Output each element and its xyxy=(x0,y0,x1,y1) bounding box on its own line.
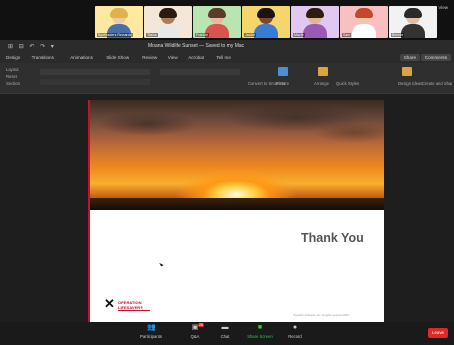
participant-video-tile[interactable]: Jackie xyxy=(242,6,290,38)
logo-underline xyxy=(118,310,150,311)
picture-icon[interactable] xyxy=(278,67,288,76)
ribbon-tab[interactable]: Animations xyxy=(70,55,93,60)
share-screen-icon: ■ xyxy=(257,324,263,331)
share-screen-label: Share Screen xyxy=(247,334,273,339)
qa-label: Q&A xyxy=(190,334,200,339)
arrange-icon[interactable] xyxy=(318,67,328,76)
participants-label: Participants xyxy=(140,334,162,339)
operation-lifesaver-logo[interactable]: ✕ OPERATION LIFESAVER® xyxy=(104,296,164,318)
participant-avatar-hair xyxy=(208,8,226,18)
crossbuck-icon: ✕ xyxy=(104,296,115,311)
view-button[interactable]: View xyxy=(438,5,448,10)
participant-avatar-body xyxy=(156,24,180,38)
arrange-button[interactable]: Arrange xyxy=(314,81,329,86)
participant-video-tile[interactable]: Bytetraders Rewards xyxy=(95,6,143,38)
ribbon-tab[interactable]: View xyxy=(168,55,178,60)
ribbon-tab[interactable]: Transitions xyxy=(32,55,54,60)
participant-avatar-hair xyxy=(355,8,373,18)
participant-avatar-body xyxy=(401,24,425,38)
meeting-controls: 👥 Participants ▣ 26 Q&A ▬ Chat ■ Share S… xyxy=(0,322,454,345)
participant-avatar-hair xyxy=(404,8,422,18)
video-gallery: Bytetraders Rewards Tasha Frankie Jackie Mac… xyxy=(0,0,454,40)
record-icon: ● xyxy=(292,324,298,331)
record-label: Record xyxy=(288,334,302,339)
participant-name: Tasha xyxy=(146,33,158,37)
qa-button[interactable]: ▣ 26 Q&A xyxy=(180,323,210,339)
slide-footnote: Operation Lifesaver, Inc. all rights res… xyxy=(293,314,349,317)
participant-name: Sam xyxy=(342,33,352,37)
qa-badge: 26 xyxy=(198,323,204,327)
comments-button[interactable]: Comments xyxy=(420,54,451,61)
participant-avatar-hair xyxy=(110,8,128,18)
participant-name: Bennie xyxy=(391,33,405,37)
picture-button[interactable]: Picture xyxy=(276,81,289,86)
participant-avatar-body xyxy=(254,24,278,38)
clouds xyxy=(88,100,384,160)
reset-button[interactable]: Reset xyxy=(6,74,17,79)
participant-name: Bytetraders Rewards xyxy=(97,33,133,37)
ribbon-tab[interactable]: Design xyxy=(6,55,20,60)
font-controls[interactable] xyxy=(40,69,150,75)
ribbon-toolbar: Layout Reset Section Convert to SmartArt… xyxy=(0,63,454,94)
participant-avatar-body xyxy=(303,24,327,38)
paragraph-controls[interactable] xyxy=(40,79,150,85)
document-title: Moana Wildlife Sunset — Saved to my Mac xyxy=(148,43,245,49)
slide-heading[interactable]: Thank You xyxy=(301,231,364,245)
ribbon-tabs: Share Comments Design Transitions Animatio… xyxy=(0,53,454,63)
share-button[interactable]: Share xyxy=(399,54,420,61)
ribbon-tab[interactable]: Acrobat xyxy=(188,55,204,60)
participant-avatar-hair xyxy=(306,8,324,18)
participant-avatar-body xyxy=(352,24,376,38)
section-button[interactable]: Section xyxy=(6,81,20,86)
title-bar: ⊞ ⊟ ↶ ↷ ▾ Moana Wildlife Sunset — Saved … xyxy=(0,40,454,53)
chat-label: Chat xyxy=(220,334,230,339)
participant-video-tile[interactable]: Macie xyxy=(291,6,339,38)
participant-name: Macie xyxy=(293,33,305,37)
design-ideas-button[interactable]: Design Ideas xyxy=(398,81,422,86)
ribbon-tab[interactable]: Slide Show xyxy=(106,55,129,60)
ribbon-tab[interactable]: Tell me xyxy=(216,55,231,60)
participant-video-tile[interactable]: Frankie xyxy=(193,6,241,38)
chat-button[interactable]: ▬ Chat xyxy=(210,324,240,339)
layout-button[interactable]: Layout xyxy=(6,67,19,72)
horizon xyxy=(88,198,384,210)
slide[interactable]: Thank You ✕ OPERATION LIFESAVER® Operati… xyxy=(88,100,384,322)
alignment-controls[interactable] xyxy=(160,69,240,75)
quick-access-toolbar[interactable]: ⊞ ⊟ ↶ ↷ ▾ xyxy=(8,43,56,50)
chat-icon: ▬ xyxy=(221,324,229,331)
share-screen-button[interactable]: ■ Share Screen xyxy=(245,324,275,339)
participant-avatar-hair xyxy=(257,8,275,18)
leave-button[interactable]: Leave xyxy=(428,328,448,338)
participants-button[interactable]: 👥 Participants xyxy=(136,324,166,339)
participant-video-tile[interactable]: Tasha xyxy=(144,6,192,38)
design-ideas-icon[interactable] xyxy=(402,67,412,76)
create-pdf-button[interactable]: Create and Share Adobe PDF xyxy=(422,81,452,86)
participants-icon: 👥 xyxy=(147,324,156,331)
participant-video-tile[interactable]: Sam xyxy=(340,6,388,38)
participant-name: Jackie xyxy=(244,33,257,37)
participant-video-tile[interactable]: Bennie xyxy=(389,6,437,38)
ribbon-tab[interactable]: Review xyxy=(142,55,157,60)
slide-left-accent xyxy=(88,100,90,322)
participant-avatar-hair xyxy=(159,8,177,18)
participant-name: Frankie xyxy=(195,33,209,37)
quick-styles-button[interactable]: Quick Styles xyxy=(336,81,359,86)
record-button[interactable]: ● Record xyxy=(280,324,310,339)
